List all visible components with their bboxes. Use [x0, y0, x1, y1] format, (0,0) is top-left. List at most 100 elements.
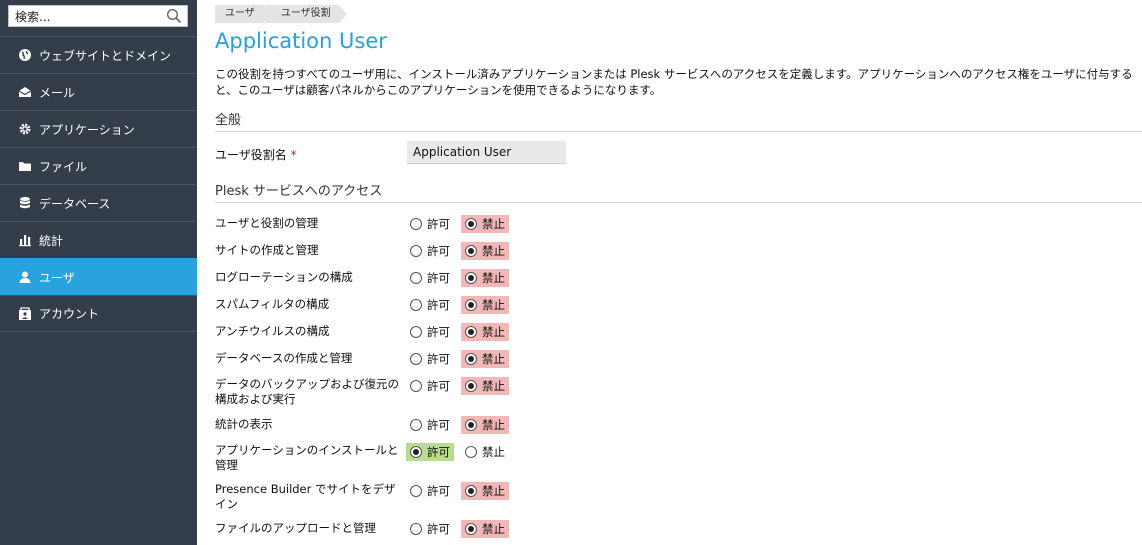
radio-icon: [410, 326, 422, 338]
folder-icon: [18, 159, 32, 173]
permission-allow-radio[interactable]: 許可: [406, 482, 454, 500]
sidebar-item-label: アプリケーション: [39, 122, 135, 137]
permission-label: アプリケーションのインストールと管理: [215, 443, 399, 472]
sidebar-nav: ウェブサイトとドメインメールアプリケーションファイルデータベース 統計ユーザアカウ…: [0, 36, 197, 332]
permission-allow-radio[interactable]: 許可: [406, 269, 454, 287]
radio-icon: [465, 380, 477, 392]
permission-allow-radio[interactable]: 許可: [406, 296, 454, 314]
permission-deny-radio[interactable]: 禁止: [461, 269, 509, 287]
sidebar-item-2[interactable]: アプリケーション: [0, 110, 197, 147]
allow-label: 許可: [427, 271, 450, 285]
deny-label: 禁止: [482, 244, 505, 258]
sidebar-item-label: アカウント: [39, 307, 100, 321]
radio-icon: [465, 419, 477, 431]
radio-icon: [465, 218, 477, 230]
search-input[interactable]: [9, 7, 159, 27]
permission-label: Presence Builder でサイトをデザイン: [215, 482, 396, 511]
sidebar-item-4[interactable]: データベース: [0, 184, 197, 221]
radio-icon: [465, 523, 477, 535]
role-name-label: ユーザ役割名 *: [215, 146, 297, 163]
radio-icon: [410, 353, 422, 365]
permission-deny-radio[interactable]: 禁止: [461, 350, 509, 368]
allow-label: 許可: [427, 244, 450, 258]
radio-icon: [465, 299, 477, 311]
radio-icon: [410, 485, 422, 497]
radio-icon: [465, 272, 477, 284]
permission-deny-radio[interactable]: 禁止: [461, 296, 509, 314]
breadcrumb-item-user-roles[interactable]: ユーザ役割: [264, 5, 347, 23]
permission-label: ユーザと役割の管理: [215, 216, 319, 230]
permission-allow-radio[interactable]: 許可: [406, 377, 454, 395]
permission-allow-radio[interactable]: 許可: [406, 323, 454, 341]
radio-icon: [410, 523, 422, 535]
permission-deny-radio[interactable]: 禁止: [461, 377, 509, 395]
radio-icon: [410, 272, 422, 284]
sidebar-item-7[interactable]: アカウント: [0, 295, 197, 332]
account-icon: [18, 306, 32, 321]
permission-deny-radio[interactable]: 禁止: [461, 520, 509, 538]
sidebar-item-label: データベース: [39, 196, 111, 211]
permission-deny-radio[interactable]: 禁止: [461, 416, 509, 434]
globe-icon: [18, 48, 32, 62]
allow-label: 許可: [427, 325, 450, 339]
radio-icon: [465, 353, 477, 365]
deny-label: 禁止: [482, 418, 505, 432]
sidebar: ウェブサイトとドメインメールアプリケーションファイルデータベース統計ユーザアカウ…: [0, 0, 197, 545]
sidebar-item-1[interactable]: メール: [0, 73, 197, 110]
permission-allow-radio[interactable]: 許可: [406, 215, 454, 233]
role-name-field[interactable]: Application User: [407, 141, 566, 164]
allow-label: 許可: [427, 352, 450, 366]
page-description: この役割を持つすべてのユーザ用に、インストール済みアプリケーションまたは Ple…: [215, 67, 1133, 97]
radio-icon: [410, 299, 422, 311]
section-general-heading: 全般: [215, 109, 1142, 132]
sidebar-item-5[interactable]: 統計: [0, 221, 197, 258]
search-icon[interactable]: [166, 8, 182, 24]
permission-allow-radio[interactable]: 許可: [406, 242, 454, 260]
permission-deny-radio[interactable]: 禁止: [461, 482, 509, 500]
permission-deny-radio[interactable]: 禁止: [461, 323, 509, 341]
permission-label: サイトの作成と管理: [215, 243, 319, 257]
permission-label: データベースの作成と管理: [215, 351, 353, 365]
breadcrumb-item-users[interactable]: ユーザ: [215, 5, 271, 23]
main-content: ユーザ ユーザ役割 Application User この役割を持つすべてのユー…: [197, 0, 1142, 545]
permission-allow-radio[interactable]: 許可: [406, 350, 454, 368]
sidebar-item-label: メール: [39, 85, 76, 100]
user-icon: [18, 270, 32, 284]
permission-deny-radio[interactable]: 禁止: [461, 443, 509, 461]
permission-deny-radio[interactable]: 禁止: [461, 242, 509, 260]
radio-icon: [410, 419, 422, 431]
sidebar-item-3[interactable]: ファイル: [0, 147, 197, 184]
deny-label: 禁止: [482, 445, 505, 459]
allow-label: 許可: [427, 217, 450, 231]
permission-label: データのバックアップおよび復元の構成および実行: [215, 377, 399, 406]
deny-label: 禁止: [482, 298, 505, 312]
sidebar-item-0[interactable]: ウェブサイトとドメイン: [0, 36, 197, 73]
required-mark: *: [290, 148, 297, 162]
permission-label: ログローテーションの構成: [215, 270, 353, 284]
radio-icon: [410, 218, 422, 230]
chart-icon: [18, 233, 32, 247]
breadcrumb: ユーザ ユーザ役割: [215, 5, 347, 23]
radio-icon: [465, 245, 477, 257]
radio-icon: [410, 380, 422, 392]
radio-icon: [465, 485, 477, 497]
search-box: [8, 5, 188, 27]
gear-icon: [18, 122, 32, 136]
sidebar-item-6[interactable]: ユーザ: [0, 258, 197, 295]
allow-label: 許可: [427, 418, 450, 432]
allow-label: 許可: [427, 522, 450, 536]
role-name-label-text: ユーザ役割名: [215, 148, 287, 162]
allow-label: 許可: [427, 445, 450, 459]
permission-deny-radio[interactable]: 禁止: [461, 215, 509, 233]
deny-label: 禁止: [482, 352, 505, 366]
sidebar-item-label: ユーザ: [39, 270, 75, 285]
deny-label: 禁止: [482, 379, 505, 393]
permission-label: 統計の表示: [215, 417, 273, 431]
deny-label: 禁止: [482, 271, 505, 285]
radio-icon: [465, 326, 477, 338]
sidebar-item-label: 統計: [39, 233, 64, 248]
permission-allow-radio[interactable]: 許可: [406, 520, 454, 538]
radio-icon: [410, 245, 422, 257]
permission-allow-radio[interactable]: 許可: [406, 416, 454, 434]
permission-allow-radio[interactable]: 許可: [406, 443, 454, 461]
